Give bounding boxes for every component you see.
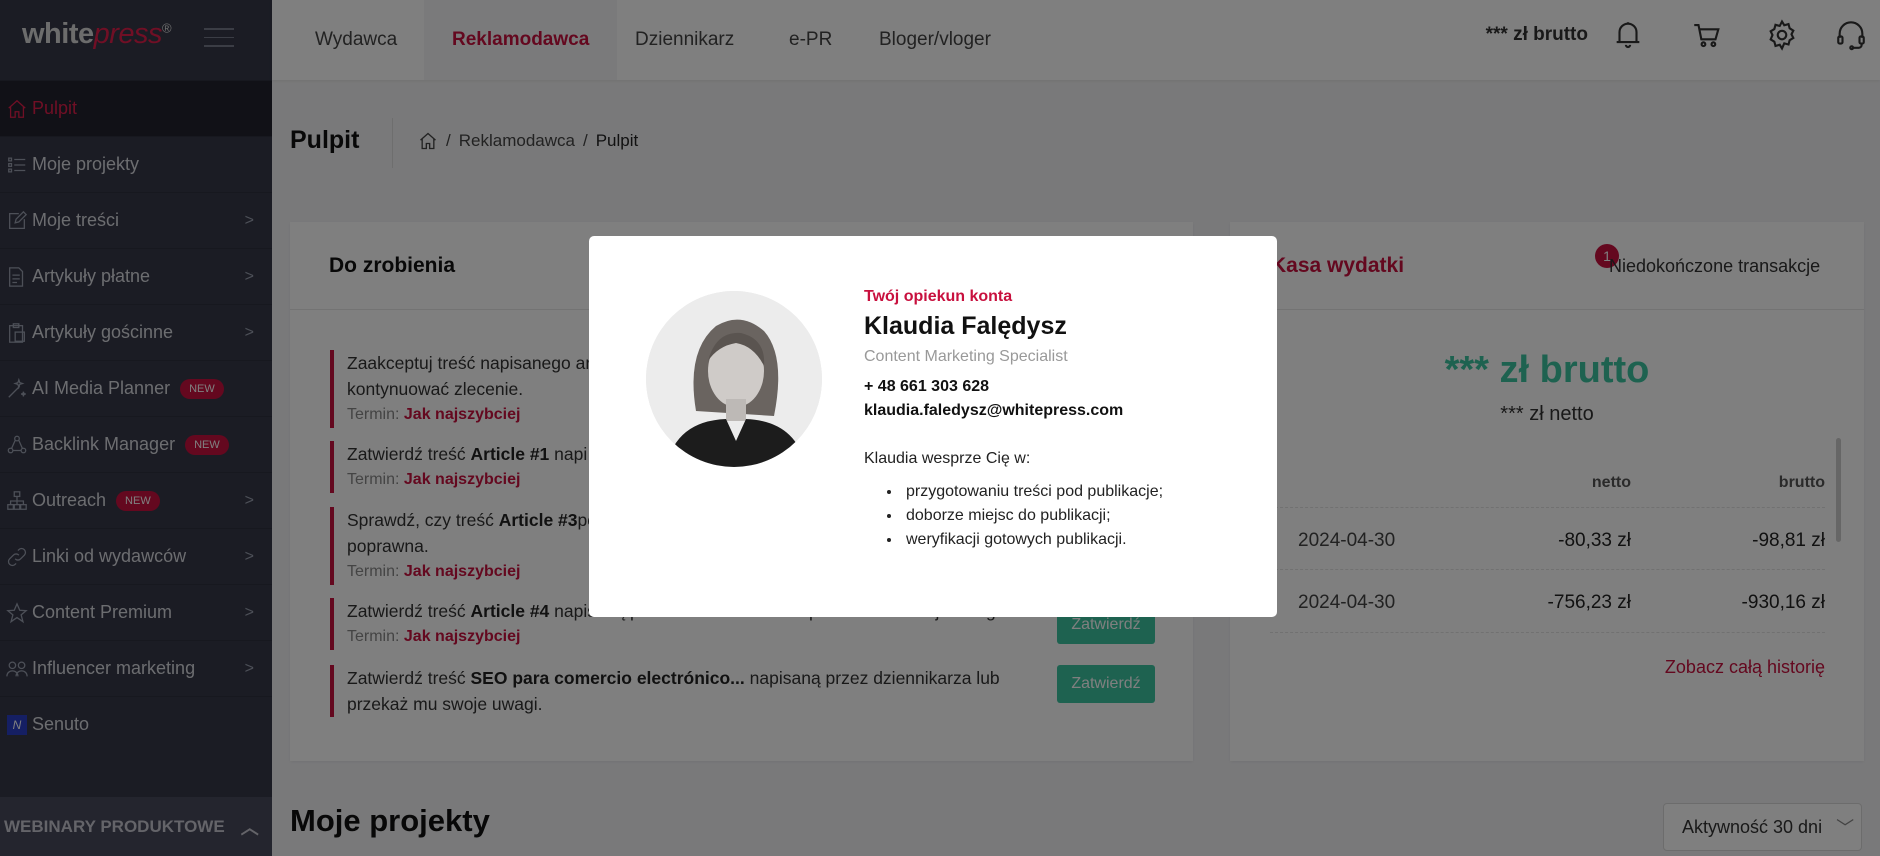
account-manager-photo — [646, 291, 822, 467]
account-manager-phone[interactable]: + 48 661 303 628 — [864, 378, 989, 396]
support-item: weryfikacji gotowych publikacji. — [902, 528, 1163, 552]
account-manager-name: Klaudia Falędysz — [864, 312, 1067, 340]
account-manager-modal: Twój opiekun konta Klaudia Falędysz Cont… — [589, 236, 1277, 617]
support-item: przygotowaniu treści pod publikacje; — [902, 480, 1163, 504]
support-list: przygotowaniu treści pod publikacje; dob… — [902, 480, 1163, 552]
support-intro: Klaudia wesprze Cię w: — [864, 450, 1031, 467]
account-manager-email[interactable]: klaudia.faledysz@whitepress.com — [864, 402, 1123, 420]
account-manager-label: Twój opiekun konta — [864, 288, 1013, 305]
support-item: doborze miejsc do publikacji; — [902, 504, 1163, 528]
account-manager-role: Content Marketing Specialist — [864, 348, 1068, 365]
